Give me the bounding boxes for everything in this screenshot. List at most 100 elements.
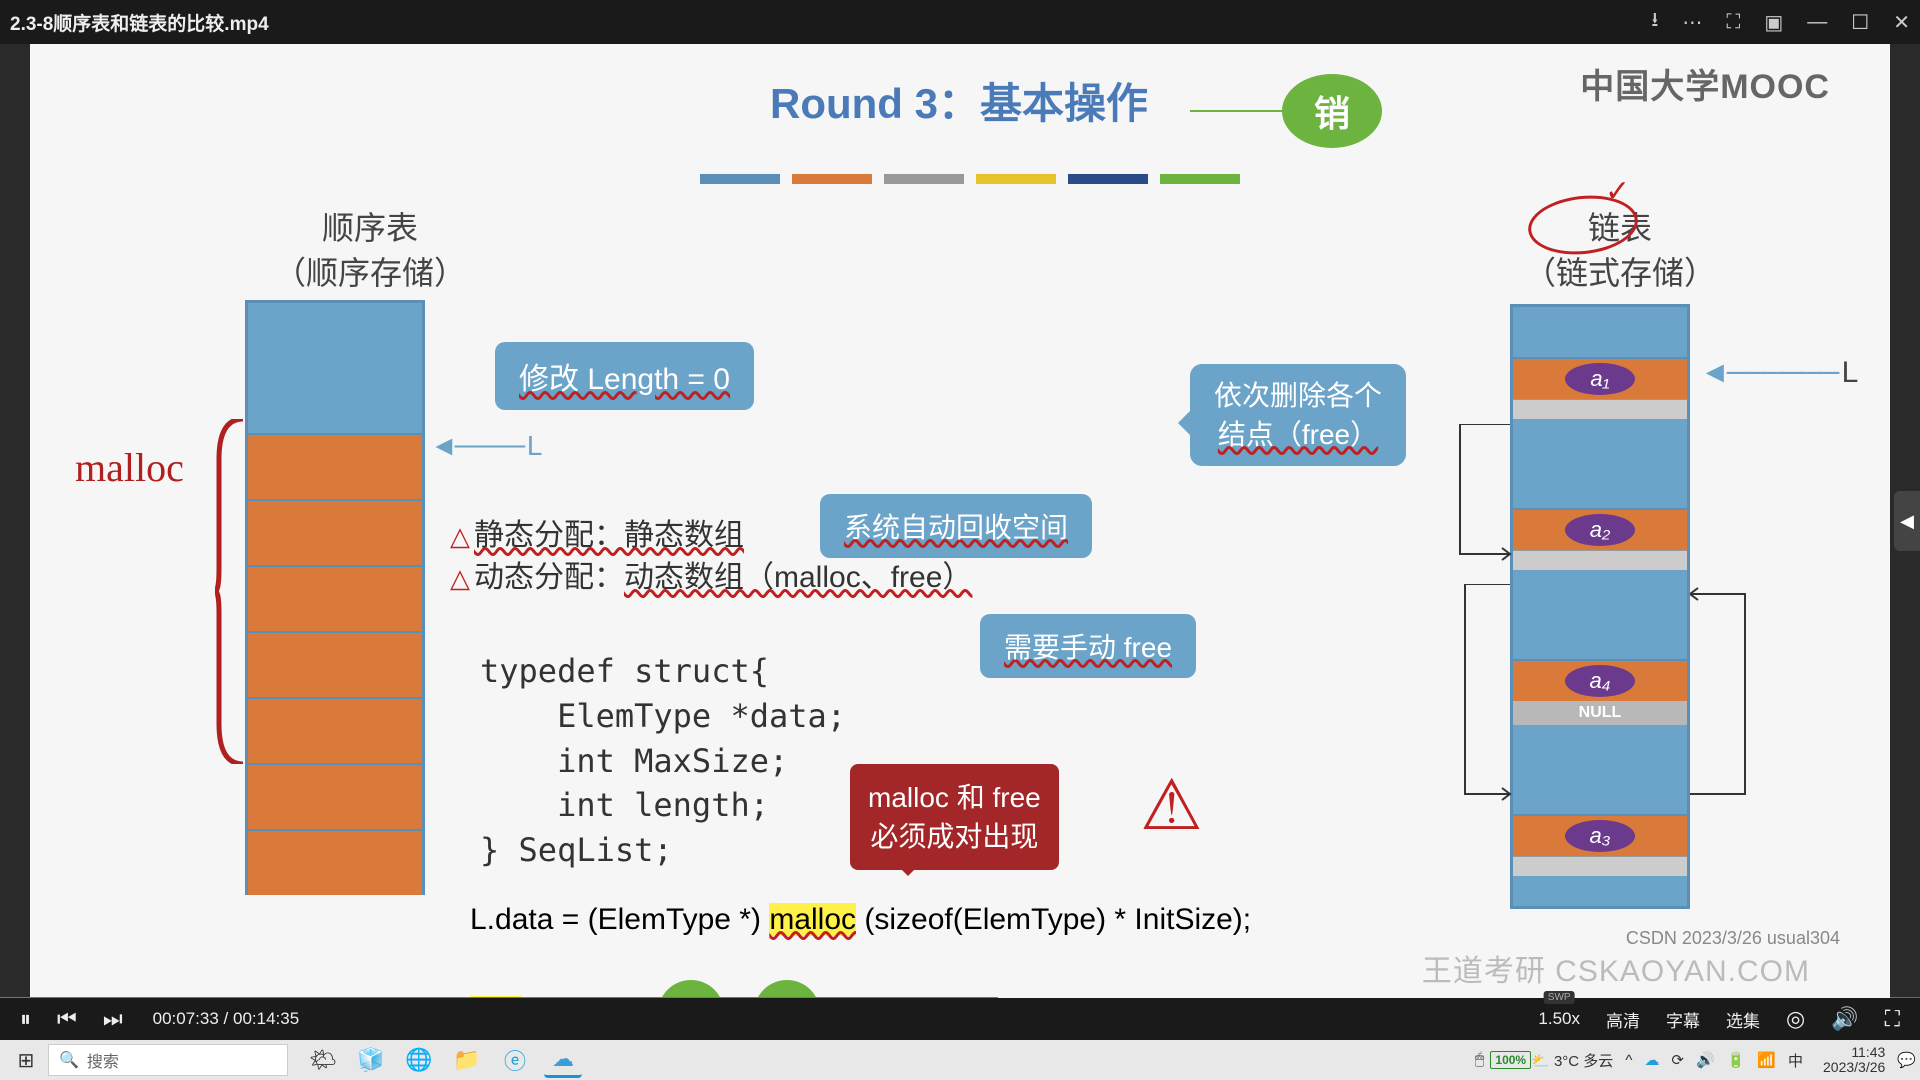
struct-code-block: typedef struct{ ElemType *data; int MaxS… bbox=[480, 649, 846, 873]
ime-indicator[interactable]: 中 bbox=[1788, 1050, 1803, 1071]
round-badge: 销 bbox=[1282, 74, 1382, 148]
tray-chevron-icon[interactable]: ^ bbox=[1625, 1052, 1632, 1069]
auto-recycle-text: 系统自动回收空间 bbox=[844, 512, 1068, 543]
ll-l-pointer: L bbox=[1700, 356, 1858, 390]
auto-recycle-callout: 系统自动回收空间 bbox=[820, 494, 1092, 558]
onedrive-icon[interactable]: ☁ bbox=[1644, 1051, 1659, 1069]
malloc-brace bbox=[215, 419, 245, 764]
volume-tray-icon[interactable]: 🔊 bbox=[1696, 1051, 1715, 1069]
fullscreen-icon[interactable]: ⛶ bbox=[1885, 1006, 1900, 1032]
ll-node-a2: a₂ bbox=[1565, 514, 1635, 546]
swp-badge: SWP bbox=[1544, 991, 1575, 1004]
weather-tray[interactable]: ⛅ 3°C 多云 bbox=[1531, 1050, 1613, 1071]
cloud-app-icon[interactable]: ☁ bbox=[544, 1042, 582, 1078]
video-controls: ⏸ ⏮ ⏭ 00:07:33 / 00:14:35 SWP 1.50x 高清 字… bbox=[0, 998, 1920, 1040]
clock-date: 2023/3/26 bbox=[1823, 1060, 1885, 1075]
taskbar-search[interactable]: 🔍 搜索 bbox=[48, 1044, 288, 1076]
explorer-icon[interactable]: 📁 bbox=[448, 1042, 486, 1078]
start-button[interactable]: ⊞ bbox=[4, 1042, 48, 1078]
playback-speed[interactable]: SWP 1.50x bbox=[1538, 1009, 1580, 1029]
color-legend bbox=[700, 174, 1240, 184]
loop-icon[interactable]: ◎ bbox=[1786, 1006, 1805, 1032]
ll-null: NULL bbox=[1513, 701, 1687, 725]
prev-button[interactable]: ⏮ bbox=[57, 1006, 77, 1032]
red-tick-annotation: ✓ bbox=[1605, 174, 1630, 209]
notifications-icon[interactable]: 💬 bbox=[1897, 1051, 1916, 1069]
screenshot-icon[interactable]: ⛶ bbox=[1726, 11, 1740, 34]
linked-list-title-l2: （链式存储） bbox=[1480, 251, 1760, 296]
subtitle-toggle[interactable]: 字幕 bbox=[1666, 1007, 1700, 1032]
seq-l-pointer: L bbox=[430, 430, 542, 462]
compact-icon[interactable]: ▣ bbox=[1764, 10, 1783, 35]
manual-free-callout: 需要手动 free bbox=[980, 614, 1196, 678]
modify-length-callout: 修改 Length = 0 bbox=[495, 342, 754, 410]
red-note-l2: 必须成对出现 bbox=[868, 817, 1041, 856]
volume-icon[interactable]: 🔊 bbox=[1831, 1006, 1858, 1032]
window-titlebar: 2.3-8顺序表和链表的比较.mp4 ⭳ ⋯ ⛶ ▣ ― ☐ ✕ bbox=[0, 0, 1920, 44]
wifi-icon[interactable]: 📶 bbox=[1757, 1051, 1776, 1069]
delete-nodes-callout: 依次删除各个 结点（free） bbox=[1190, 364, 1406, 466]
ldata-assignment-line: L.data = (ElemType *) malloc (sizeof(Ele… bbox=[470, 902, 1251, 937]
time-display: 00:07:33 / 00:14:35 bbox=[153, 1009, 300, 1029]
battery-indicator[interactable]: 100% bbox=[1490, 1051, 1531, 1069]
manual-free-text: 需要手动 free bbox=[1004, 632, 1172, 663]
battery-tray-icon[interactable]: 🔋 bbox=[1727, 1051, 1746, 1069]
sync-icon[interactable]: ⟳ bbox=[1671, 1051, 1684, 1069]
warning-triangle-icon: △ bbox=[450, 563, 470, 593]
delete-l1: 依次删除各个 bbox=[1214, 376, 1382, 415]
malloc-free-pair-callout: malloc 和 free 必须成对出现 bbox=[850, 764, 1059, 870]
minimize-icon[interactable]: ― bbox=[1807, 11, 1827, 34]
slide-content: 中国大学MOOC Round 3：基本操作 销 顺序表 （顺序存储） 链表 （链… bbox=[30, 44, 1890, 998]
time-total: 00:14:35 bbox=[233, 1009, 299, 1028]
dynamic-alloc-line: △动态分配：动态数组（malloc、free） bbox=[450, 552, 972, 596]
ll-node-a3: a₃ bbox=[1565, 820, 1635, 852]
seq-list-title-l1: 顺序表 bbox=[240, 206, 500, 251]
modify-length-text: 修改 Length = 0 bbox=[519, 363, 730, 396]
mooc-logo: 中国大学MOOC bbox=[1580, 59, 1830, 108]
next-button[interactable]: ⏭ bbox=[103, 1006, 123, 1032]
taskbar-pinned-apps: 🌤 🧊 🌐 📁 ⓔ ☁ bbox=[304, 1042, 582, 1078]
windows-taskbar: ⊞ 🔍 搜索 🌤 🧊 🌐 📁 ⓔ ☁ 🖱 100% ⛅ 3°C 多云 ^ ☁ ⟳… bbox=[0, 1040, 1920, 1080]
static-alloc-line: △静态分配：静态数组 bbox=[450, 510, 744, 554]
maximize-icon[interactable]: ☐ bbox=[1851, 10, 1869, 35]
ll-connector-2 bbox=[1690, 584, 1760, 814]
close-icon[interactable]: ✕ bbox=[1893, 10, 1910, 35]
malloc-highlight: malloc bbox=[769, 903, 856, 936]
taskbar-clock[interactable]: 11:43 2023/3/26 bbox=[1823, 1045, 1885, 1076]
left-rail bbox=[0, 44, 30, 998]
time-current: 00:07:33 bbox=[153, 1009, 219, 1028]
store-icon[interactable]: 🧊 bbox=[352, 1042, 390, 1078]
right-panel-handle[interactable]: ◀ bbox=[1894, 491, 1920, 551]
window-title: 2.3-8顺序表和链表的比较.mp4 bbox=[10, 9, 1651, 36]
search-placeholder: 搜索 bbox=[87, 1048, 119, 1072]
ll-node-a1: a₁ bbox=[1565, 363, 1635, 395]
play-pause-button[interactable]: ⏸ bbox=[20, 1006, 31, 1032]
video-area: ◀ 中国大学MOOC Round 3：基本操作 销 顺序表 （顺序存储） 链表 … bbox=[0, 44, 1920, 998]
more-icon[interactable]: ⋯ bbox=[1682, 10, 1702, 35]
episodes-button[interactable]: 选集 bbox=[1726, 1007, 1760, 1032]
system-tray: ⛅ 3°C 多云 ^ ☁ ⟳ 🔊 🔋 📶 中 11:43 2023/3/26 💬 bbox=[1531, 1045, 1916, 1076]
warning-triangle-icon: △ bbox=[450, 521, 470, 551]
window-controls: ⭳ ⋯ ⛶ ▣ ― ☐ ✕ bbox=[1651, 5, 1910, 39]
clock-time: 11:43 bbox=[1823, 1045, 1885, 1060]
power-mode-icon[interactable]: 🖱 bbox=[1475, 1051, 1485, 1069]
red-note-l1: malloc 和 free bbox=[868, 778, 1041, 817]
browser-icon[interactable]: ⓔ bbox=[496, 1042, 534, 1078]
sequential-list-diagram bbox=[245, 300, 425, 895]
quality-selector[interactable]: 高清 bbox=[1606, 1007, 1640, 1032]
malloc-handwritten: malloc bbox=[75, 444, 184, 491]
linked-list-diagram: a₁ a₂ a₄ NULL a₃ bbox=[1510, 304, 1690, 909]
delete-l2: 结点（free） bbox=[1218, 419, 1378, 450]
seq-list-title: 顺序表 （顺序存储） bbox=[240, 206, 500, 296]
seq-list-title-l2: （顺序存储） bbox=[240, 251, 500, 296]
bubble-connector bbox=[1190, 110, 1285, 112]
download-icon[interactable]: ⭳ bbox=[1651, 5, 1658, 39]
round-title: Round 3：基本操作 bbox=[770, 70, 1148, 131]
brand-watermark: 王道考研 CSKAOYAN.COM bbox=[1422, 946, 1810, 990]
search-icon: 🔍 bbox=[59, 1050, 79, 1070]
warning-big-icon: ⚠ bbox=[1140, 764, 1203, 846]
edge-icon[interactable]: 🌐 bbox=[400, 1042, 438, 1078]
csdn-watermark: CSDN 2023/3/26 usual304 bbox=[1626, 928, 1840, 949]
ll-node-a4: a₄ bbox=[1565, 665, 1635, 697]
weather-widget-icon[interactable]: 🌤 bbox=[304, 1042, 342, 1078]
